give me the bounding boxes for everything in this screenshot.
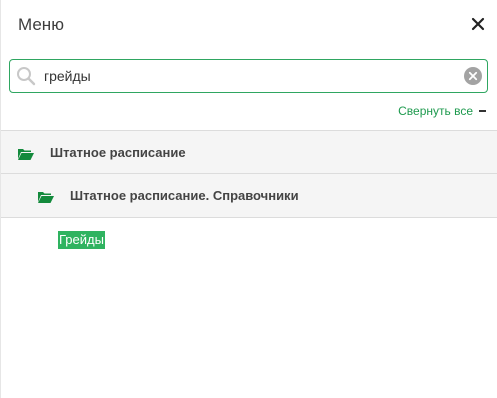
search-result-grades[interactable]: Грейды	[58, 231, 105, 249]
minus-icon	[479, 110, 486, 112]
tree-item-label: Штатное расписание. Справочники	[70, 188, 299, 203]
close-icon[interactable]	[468, 14, 488, 34]
search-box	[9, 59, 488, 93]
search-input[interactable]	[44, 64, 464, 88]
menu-header: Меню	[1, 0, 497, 50]
collapse-all-label: Свернуть все	[398, 104, 473, 118]
search-icon	[16, 66, 36, 86]
tree-item-label: Штатное расписание	[50, 145, 186, 160]
folder-open-icon	[18, 147, 34, 160]
menu-title: Меню	[18, 15, 64, 34]
folder-open-icon	[38, 190, 54, 203]
tree-item-staff-schedule-references[interactable]: Штатное расписание. Справочники	[1, 173, 497, 218]
menu-panel: Меню Свернуть все Штатное расписание Шта…	[0, 0, 497, 398]
tree-item-staff-schedule[interactable]: Штатное расписание	[1, 130, 497, 174]
collapse-all-button[interactable]: Свернуть все	[398, 104, 486, 118]
clear-icon[interactable]	[464, 67, 482, 85]
